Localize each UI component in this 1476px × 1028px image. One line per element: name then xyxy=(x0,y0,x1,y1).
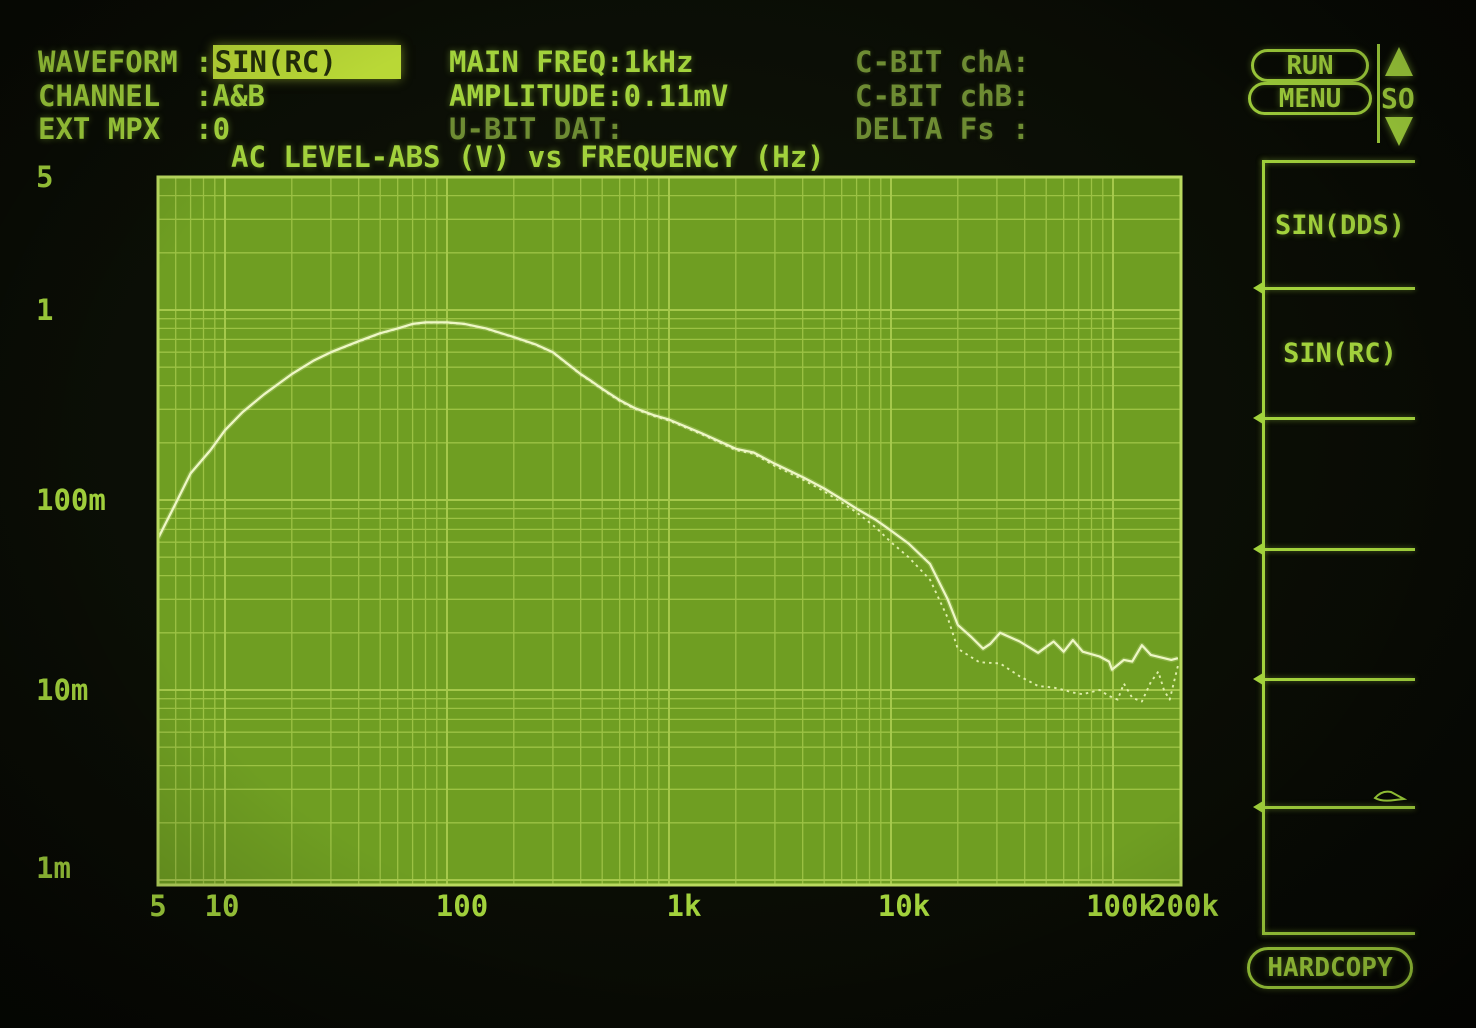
x-tick-label: 10k xyxy=(878,889,930,923)
waveform-label: WAVEFORM : xyxy=(38,45,213,79)
hardcopy-button[interactable]: HARDCOPY xyxy=(1247,947,1413,989)
menu-button[interactable]: MENU xyxy=(1248,82,1372,115)
ext-mpx-field: EXT MPX :0 xyxy=(38,112,230,146)
x-tick-label: 1k xyxy=(667,889,702,923)
softkey-4[interactable] xyxy=(1265,551,1415,678)
main-freq-value[interactable]: 1kHz xyxy=(624,45,694,79)
x-tick-label: 200k xyxy=(1149,889,1219,923)
softkey-divider xyxy=(1262,932,1415,935)
waveform-value[interactable]: SIN(RC) xyxy=(213,45,401,79)
softkey-label: SIN(RC) xyxy=(1283,338,1397,369)
scroll-down-icon[interactable] xyxy=(1385,117,1413,146)
amplitude-label: AMPLITUDE: xyxy=(449,79,624,113)
channel-field: CHANNEL :A&B xyxy=(38,79,265,113)
ext-mpx-value[interactable]: 0 xyxy=(213,112,230,146)
run-button[interactable]: RUN xyxy=(1251,49,1369,82)
analyzer-screen: 5 10 100 1k 10k 100k200k 5 1 100m 10m 1m WAVEFORM … xyxy=(0,0,1476,1028)
softkey-6[interactable] xyxy=(1265,809,1415,932)
cursor-artifact xyxy=(1372,788,1408,804)
delta-fs-field: DELTA Fs : xyxy=(855,112,1030,146)
y-tick-label: 100m xyxy=(36,483,106,517)
y-tick-label: 5 xyxy=(36,160,53,194)
softkey-panel: SIN(DDS) SIN(RC) xyxy=(1262,160,1415,935)
chart-title: AC LEVEL-ABS (V) vs FREQUENCY (Hz) xyxy=(231,140,825,174)
c-bit-cha-field: C-BIT chA: xyxy=(855,45,1030,79)
y-tick-label: 1m xyxy=(36,851,71,885)
y-tick-label: 10m xyxy=(36,673,88,707)
amplitude-field: AMPLITUDE:0.11mV xyxy=(449,79,728,113)
scroll-divider xyxy=(1377,44,1380,143)
channel-value[interactable]: A&B xyxy=(213,79,265,113)
waveform-field: WAVEFORM :SIN(RC) xyxy=(38,45,401,79)
softkey-divider xyxy=(1262,548,1415,551)
softkey-label: SIN(DDS) xyxy=(1275,210,1405,241)
softkey-sin-dds[interactable]: SIN(DDS) xyxy=(1265,163,1415,287)
main-freq-label: MAIN FREQ: xyxy=(449,45,624,79)
x-tick-label: 100 xyxy=(436,889,488,923)
scroll-page-label: SO xyxy=(1381,82,1415,116)
softkey-divider xyxy=(1262,806,1415,809)
delta-fs-label: DELTA Fs : xyxy=(855,112,1030,146)
softkey-divider xyxy=(1262,160,1415,163)
softkey-3[interactable] xyxy=(1265,420,1415,548)
x-tick-label: 100k xyxy=(1086,889,1156,923)
softkey-sin-rc[interactable]: SIN(RC) xyxy=(1265,290,1415,417)
softkey-divider xyxy=(1262,678,1415,681)
y-tick-label: 1 xyxy=(36,293,53,327)
ext-mpx-label: EXT MPX : xyxy=(38,112,213,146)
scroll-up-icon[interactable] xyxy=(1385,47,1413,76)
x-tick-label: 5 xyxy=(149,889,166,923)
channel-label: CHANNEL : xyxy=(38,79,213,113)
c-bit-chb-field: C-BIT chB: xyxy=(855,79,1030,113)
c-bit-chb-label: C-BIT chB: xyxy=(855,79,1030,113)
softkey-divider xyxy=(1262,287,1415,290)
c-bit-cha-label: C-BIT chA: xyxy=(855,45,1030,79)
x-tick-label: 10 xyxy=(205,889,240,923)
amplitude-value[interactable]: 0.11mV xyxy=(624,79,729,113)
main-freq-field: MAIN FREQ:1kHz xyxy=(449,45,693,79)
softkey-divider xyxy=(1262,417,1415,420)
